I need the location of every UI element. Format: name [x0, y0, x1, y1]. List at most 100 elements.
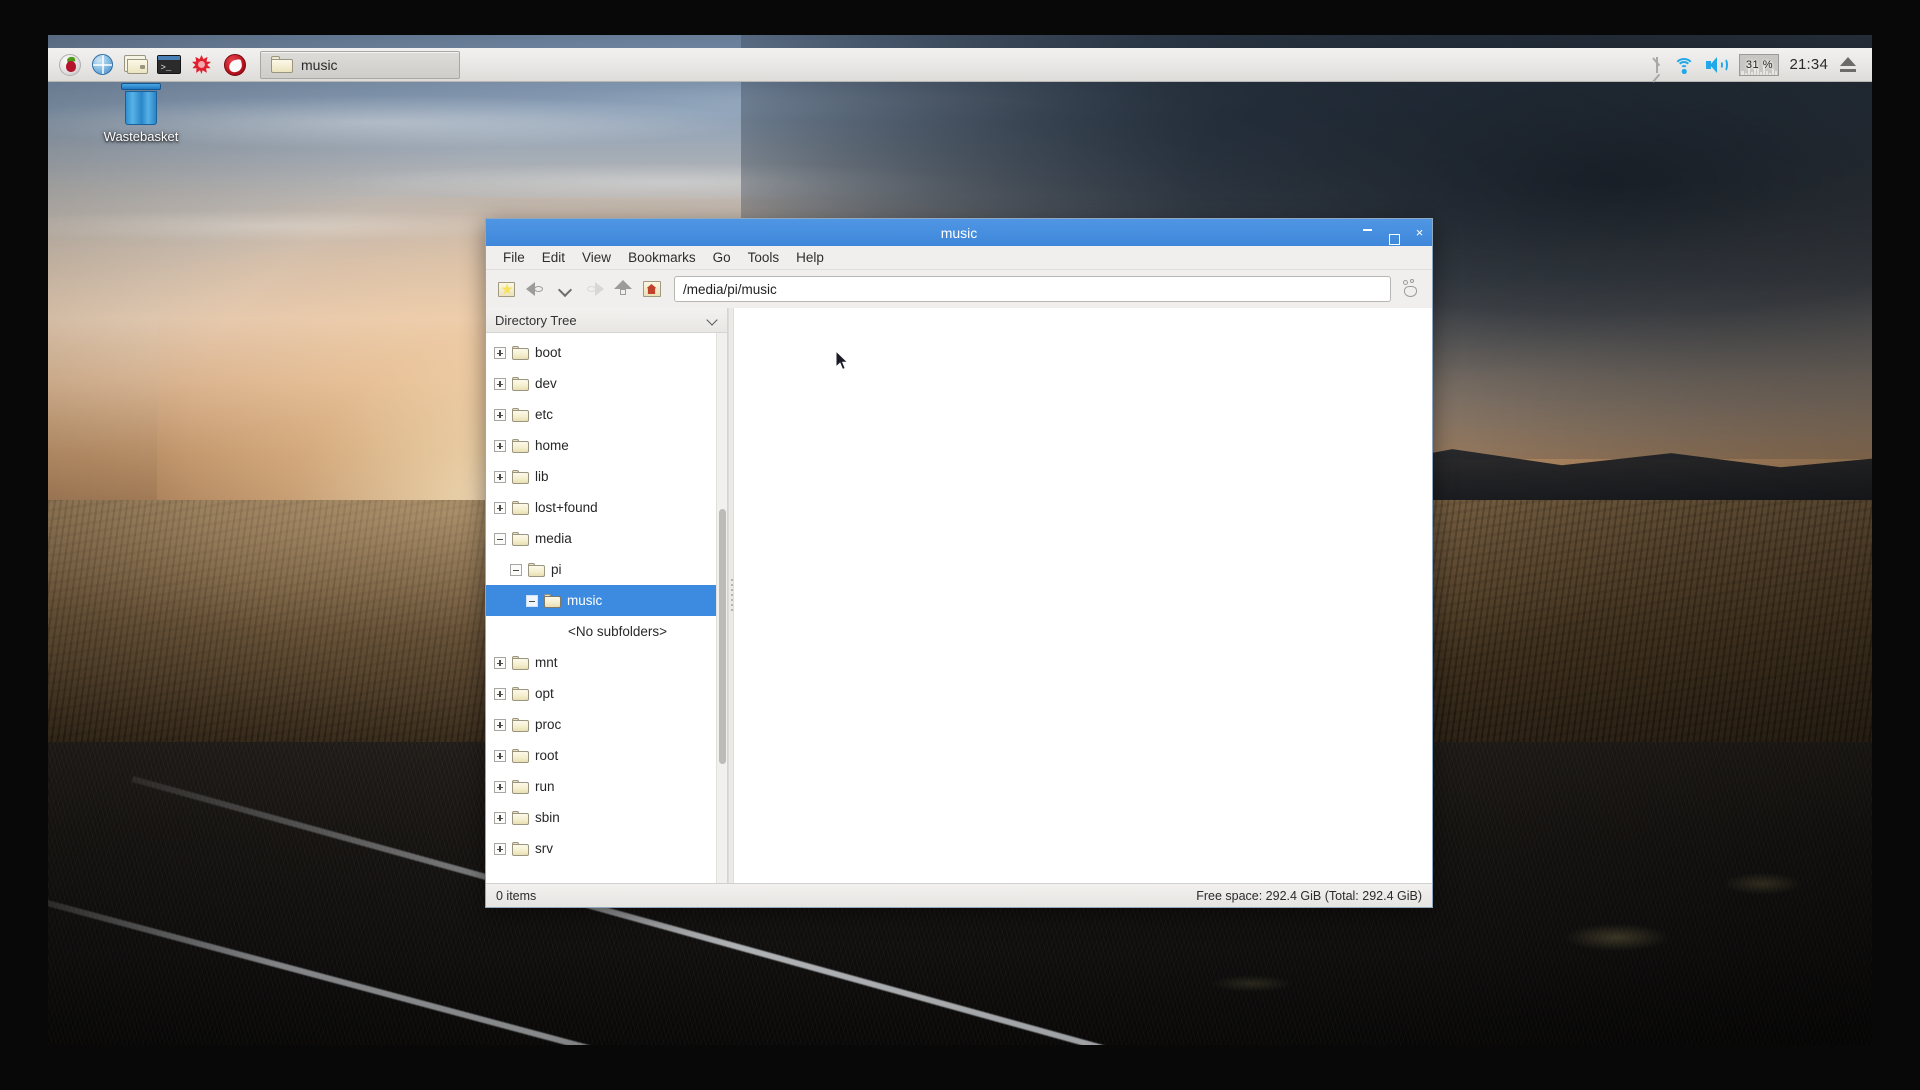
launcher-file-manager[interactable]	[120, 50, 151, 80]
eject-icon	[1838, 56, 1858, 74]
file-list-pane[interactable]	[734, 308, 1432, 883]
menu-file[interactable]: File	[496, 247, 532, 268]
tree-item-dev[interactable]: dev	[486, 368, 716, 399]
desktop-icon-wastebasket[interactable]: Wastebasket	[98, 83, 184, 144]
tree-item-opt[interactable]: opt	[486, 678, 716, 709]
tree-item-home[interactable]: home	[486, 430, 716, 461]
folder-icon	[512, 718, 529, 732]
close-button[interactable]: ×	[1413, 226, 1426, 239]
file-manager-window[interactable]: music × File Edit View Bookmarks Go Tool…	[485, 218, 1433, 908]
tray-wifi[interactable]	[1673, 56, 1695, 74]
home-button[interactable]	[639, 276, 665, 302]
tree-item-sbin[interactable]: sbin	[486, 802, 716, 833]
tree-item-label: music	[567, 593, 602, 608]
path-input[interactable]: /media/pi/music	[674, 276, 1391, 302]
tray-cpu-monitor[interactable]: 31 %	[1739, 54, 1779, 76]
tree-item-boot[interactable]: boot	[486, 337, 716, 368]
menu-edit[interactable]: Edit	[535, 247, 572, 268]
folder-icon	[512, 687, 529, 701]
tree-item-label: pi	[551, 562, 562, 577]
menu-go[interactable]: Go	[706, 247, 738, 268]
tree-expand-icon[interactable]	[494, 409, 506, 421]
window-title: music	[941, 225, 978, 241]
menubar: File Edit View Bookmarks Go Tools Help	[486, 246, 1432, 270]
tree-expand-icon[interactable]	[494, 750, 506, 762]
folder-icon	[544, 594, 561, 608]
folder-icon	[512, 408, 529, 422]
add-bookmark-button[interactable]	[494, 276, 520, 302]
launcher-web-browser[interactable]	[87, 50, 118, 80]
taskbar-window-button-music[interactable]: music	[260, 51, 460, 79]
tree-collapse-icon[interactable]	[510, 564, 522, 576]
tree-expand-icon[interactable]	[494, 502, 506, 514]
desktop-icon-label: Wastebasket	[98, 129, 184, 144]
splitter-grip	[731, 579, 733, 613]
taskbar-window-label: music	[301, 57, 338, 73]
tree-expand-icon[interactable]	[494, 657, 506, 669]
launcher-wolfram[interactable]	[219, 50, 250, 80]
tree-item-music[interactable]: music	[486, 585, 716, 616]
tree-collapse-icon[interactable]	[526, 595, 538, 607]
tree-item-etc[interactable]: etc	[486, 399, 716, 430]
folder-home-icon	[643, 280, 662, 298]
tree-item-lib[interactable]: lib	[486, 461, 716, 492]
tray-volume[interactable]	[1705, 56, 1729, 74]
launcher-mathematica[interactable]	[186, 50, 217, 80]
folder-icon	[512, 501, 529, 515]
menu-tools[interactable]: Tools	[741, 247, 787, 268]
forward-button[interactable]	[581, 276, 607, 302]
tree-expand-icon[interactable]	[494, 471, 506, 483]
red-starburst-icon	[190, 53, 213, 76]
tree-item-label: opt	[535, 686, 554, 701]
tree-item-run[interactable]: run	[486, 771, 716, 802]
menu-view[interactable]: View	[575, 247, 618, 268]
tree-expand-icon[interactable]	[494, 347, 506, 359]
taskbar: >_ music	[48, 48, 1872, 82]
launcher-raspberry-menu[interactable]	[54, 50, 85, 80]
tree-item-media[interactable]: media	[486, 523, 716, 554]
tree-item-lost+found[interactable]: lost+found	[486, 492, 716, 523]
tree-expand-icon[interactable]	[494, 812, 506, 824]
window-titlebar[interactable]: music ×	[486, 219, 1432, 246]
tray-bluetooth[interactable]	[1650, 55, 1663, 75]
tree-item-label: mnt	[535, 655, 558, 670]
folder-icon	[512, 811, 529, 825]
tree-item-mnt[interactable]: mnt	[486, 647, 716, 678]
folder-manager-icon	[124, 55, 148, 74]
toolbar: /media/pi/music	[486, 270, 1432, 308]
tree-expand-icon[interactable]	[494, 719, 506, 731]
menu-help[interactable]: Help	[789, 247, 831, 268]
menu-bookmarks[interactable]: Bookmarks	[621, 247, 703, 268]
folder-icon	[512, 470, 529, 484]
tree-scrollbar[interactable]	[716, 333, 727, 883]
tree-item-srv[interactable]: srv	[486, 833, 716, 864]
up-button[interactable]	[610, 276, 636, 302]
directory-tree: bootdevetchomeliblost+foundmediapimusic<…	[486, 333, 716, 883]
tree-item-proc[interactable]: proc	[486, 709, 716, 740]
tray-eject[interactable]	[1838, 56, 1858, 74]
bluetooth-icon	[1650, 55, 1663, 75]
refresh-icon	[1401, 279, 1421, 299]
tree-scrollbar-thumb[interactable]	[719, 509, 726, 764]
launcher-terminal[interactable]: >_	[153, 50, 184, 80]
folder-icon	[512, 346, 529, 360]
chevron-down-icon[interactable]	[706, 314, 719, 327]
tree-collapse-icon[interactable]	[494, 533, 506, 545]
tree-expand-icon[interactable]	[494, 378, 506, 390]
tree-expand-icon[interactable]	[494, 781, 506, 793]
tree-item-label: etc	[535, 407, 553, 422]
sidebar-header[interactable]: Directory Tree	[486, 308, 727, 333]
folder-icon	[512, 439, 529, 453]
tree-expand-icon[interactable]	[494, 843, 506, 855]
back-button[interactable]	[523, 276, 549, 302]
tray-clock[interactable]: 21:34	[1789, 56, 1828, 73]
tree-expand-icon[interactable]	[494, 440, 506, 452]
tree-expand-icon[interactable]	[494, 688, 506, 700]
tree-item-root[interactable]: root	[486, 740, 716, 771]
terminal-icon: >_	[157, 55, 181, 74]
folder-icon	[512, 532, 529, 546]
refresh-button[interactable]	[1398, 276, 1424, 302]
wifi-icon	[1673, 56, 1695, 74]
tree-item-pi[interactable]: pi	[486, 554, 716, 585]
history-dropdown[interactable]	[552, 276, 578, 302]
